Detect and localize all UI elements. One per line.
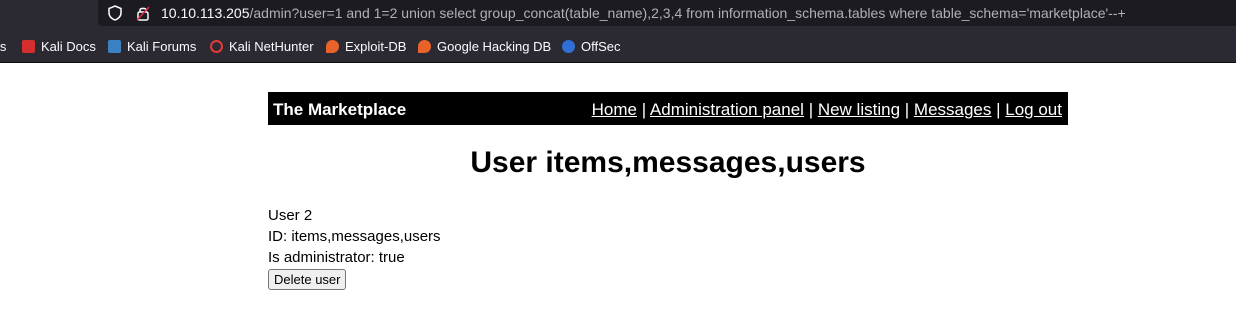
bookmark-kali-nethunter[interactable]: Kali NetHunter xyxy=(210,38,314,54)
bookmark-kali-forums[interactable]: Kali Forums xyxy=(108,38,196,54)
user-admin-status: Is administrator: true xyxy=(268,249,405,266)
bookmark-label: Kali Docs xyxy=(41,38,96,54)
nav-separator: | xyxy=(996,100,1006,119)
site-title: The Marketplace xyxy=(273,100,407,119)
bookmarks-toolbar: ls Kali Docs Kali Forums Kali NetHunter … xyxy=(0,28,1236,63)
bookmark-ls[interactable]: ls xyxy=(0,38,6,54)
browser-toolbar: 10.10.113.205/admin?user=1 and 1=2 union… xyxy=(0,0,1236,28)
user-details: User 2 ID: items,messages,users Is admin… xyxy=(268,205,441,290)
bookmark-google-hacking-db[interactable]: Google Hacking DB xyxy=(418,38,551,54)
nav-separator: | xyxy=(904,100,914,119)
shield-icon[interactable] xyxy=(106,4,124,22)
kali-docs-icon xyxy=(22,39,35,53)
url-path: /admin?user=1 and 1=2 union select group… xyxy=(249,5,1126,21)
nav-separator: | xyxy=(808,100,818,119)
url-host: 10.10.113.205 xyxy=(161,5,250,21)
bookmark-label: Kali NetHunter xyxy=(229,38,314,54)
offsec-icon xyxy=(562,39,575,53)
delete-user-button[interactable]: Delete user xyxy=(268,269,347,290)
nav-messages-link[interactable]: Messages xyxy=(914,100,991,119)
bookmark-label: Kali Forums xyxy=(127,38,197,54)
site-header: The Marketplace Home | Administration pa… xyxy=(268,92,1068,125)
url-text[interactable]: 10.10.113.205/admin?user=1 and 1=2 union… xyxy=(161,5,1126,21)
ghdb-icon xyxy=(418,39,431,53)
kali-forums-icon xyxy=(108,39,121,53)
nav-home-link[interactable]: Home xyxy=(592,100,637,119)
lock-icon[interactable] xyxy=(134,4,152,22)
bookmark-offsec[interactable]: OffSec xyxy=(562,38,621,54)
nav-logout-link[interactable]: Log out xyxy=(1005,100,1062,119)
nethunter-icon xyxy=(210,39,223,53)
bookmark-label: ls xyxy=(0,38,7,54)
nav-separator: | xyxy=(641,100,650,119)
site-nav: Home | Administration panel | New listin… xyxy=(592,100,1062,120)
nav-new-listing-link[interactable]: New listing xyxy=(818,100,900,119)
bookmark-label: Exploit-DB xyxy=(345,38,407,54)
bookmark-kali-docs[interactable]: Kali Docs xyxy=(22,38,96,54)
page-title: User items,messages,users xyxy=(470,146,866,179)
bookmark-exploit-db[interactable]: Exploit-DB xyxy=(326,38,406,54)
user-id: ID: items,messages,users xyxy=(268,228,441,245)
nav-admin-panel-link[interactable]: Administration panel xyxy=(650,100,804,119)
user-name: User 2 xyxy=(268,207,313,224)
bookmark-label: Google Hacking DB xyxy=(437,38,552,54)
bookmark-label: OffSec xyxy=(581,38,621,54)
exploitdb-icon xyxy=(326,39,339,53)
